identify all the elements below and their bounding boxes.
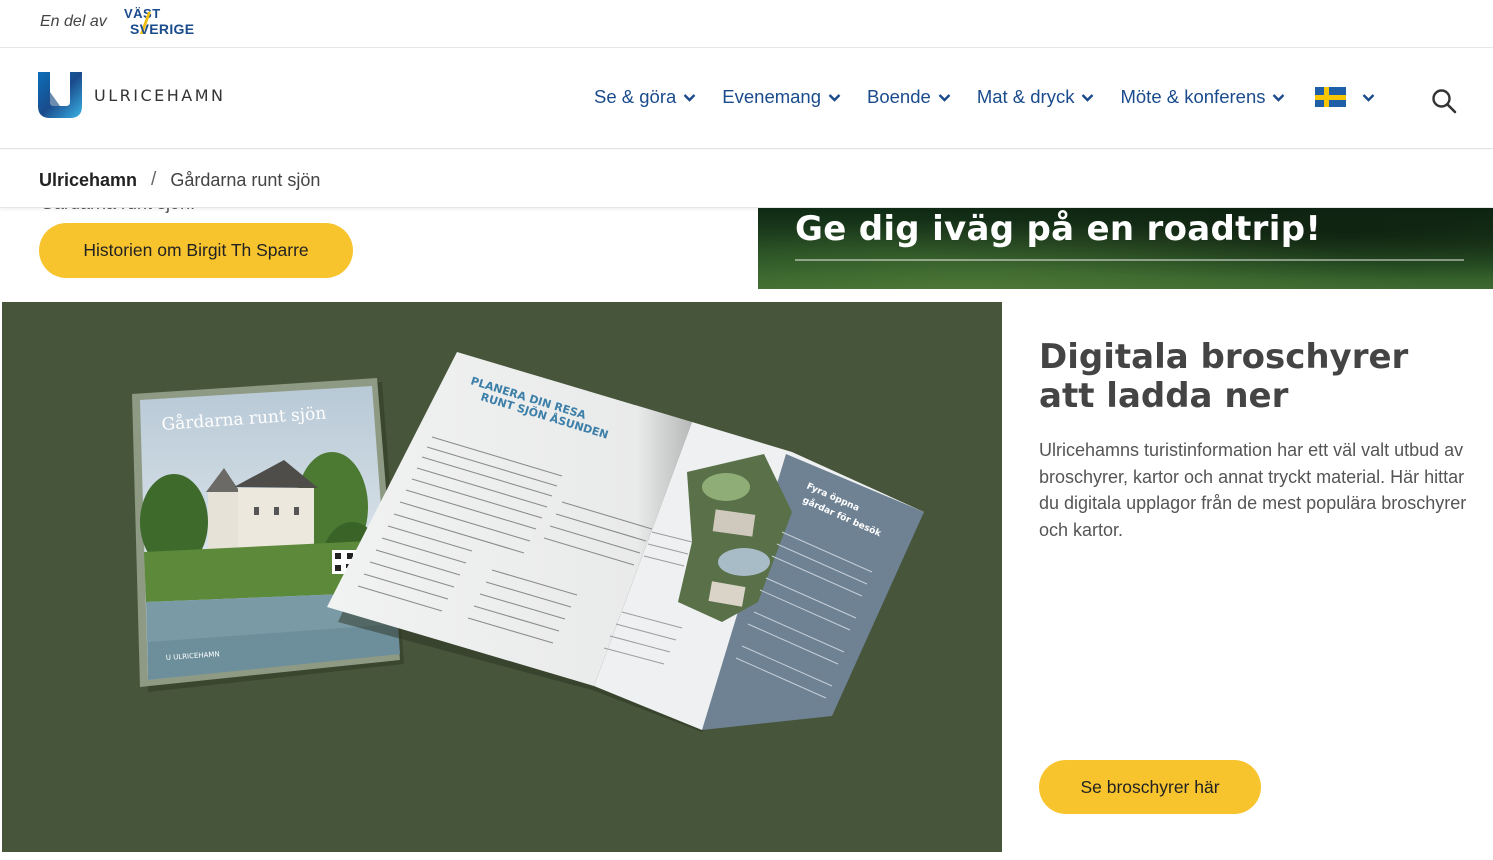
chevron-down-icon <box>1273 93 1285 102</box>
chevron-down-icon <box>1082 93 1094 102</box>
see-brochures-button[interactable]: Se broschyrer här <box>1039 760 1261 814</box>
brochure-description: Ulricehamns turistinformation har ett vä… <box>1039 440 1467 540</box>
chevron-down-icon <box>1363 93 1375 102</box>
brochure-heading: Digitala broschyrer att ladda ner <box>1039 337 1409 416</box>
main-nav: Se & göra Evenemang Boende Mat & dryck M… <box>594 86 1375 108</box>
part-of-label: En del av <box>40 13 107 30</box>
breadcrumb: Ulricehamn / Gårdarna runt sjön <box>0 150 1493 208</box>
top-strip: En del av VÄST SVERIGE <box>0 0 1493 48</box>
chevron-down-icon <box>683 93 696 102</box>
vastsverige-logo[interactable]: VÄST SVERIGE <box>122 6 198 40</box>
search-icon[interactable] <box>1431 88 1457 114</box>
chevron-down-icon <box>828 93 841 102</box>
nav-item-mat-och-dryck[interactable]: Mat & dryck <box>977 86 1095 108</box>
roadtrip-banner[interactable]: Ge dig iväg på en roadtrip! <box>758 207 1493 289</box>
roadtrip-divider <box>795 259 1464 261</box>
nav-item-label: Evenemang <box>722 86 822 107</box>
nav-item-label: Se & göra <box>594 86 677 107</box>
roadtrip-title: Ge dig iväg på en roadtrip! <box>795 209 1322 249</box>
language-selector[interactable] <box>1315 87 1375 107</box>
brochure-text-column: Digitala broschyrer att ladda ner Ulrice… <box>1039 338 1469 543</box>
ulricehamn-logo[interactable]: ULRICEHAMN <box>38 72 226 118</box>
breadcrumb-home-link[interactable]: Ulricehamn <box>39 170 137 191</box>
history-birgit-button[interactable]: Historien om Birgit Th Sparre <box>39 223 353 278</box>
chevron-down-icon <box>938 93 951 102</box>
ulricehamn-u-icon <box>38 72 82 118</box>
nav-item-label: Boende <box>867 86 931 107</box>
brochure-image: Gårdarna runt sjön U ULRICEHAMN PLANERA … <box>2 302 1002 852</box>
nav-item-evenemang[interactable]: Evenemang <box>722 86 841 108</box>
breadcrumb-current: Gårdarna runt sjön <box>170 169 321 190</box>
site-header: ULRICEHAMN Se & göra Evenemang Boende Ma… <box>0 48 1493 149</box>
breadcrumb-separator: / <box>151 169 157 190</box>
nav-item-mote-och-konferens[interactable]: Möte & konferens <box>1120 86 1285 108</box>
nav-item-label: Möte & konferens <box>1120 86 1266 107</box>
nav-item-se-och-gora[interactable]: Se & göra <box>594 86 696 108</box>
nav-item-label: Mat & dryck <box>976 86 1075 107</box>
nav-item-boende[interactable]: Boende <box>867 86 951 108</box>
sweden-flag-icon <box>1315 87 1347 107</box>
brand-name: ULRICEHAMN <box>94 85 226 105</box>
vastsverige-logo-line2: SVERIGE <box>130 21 195 37</box>
